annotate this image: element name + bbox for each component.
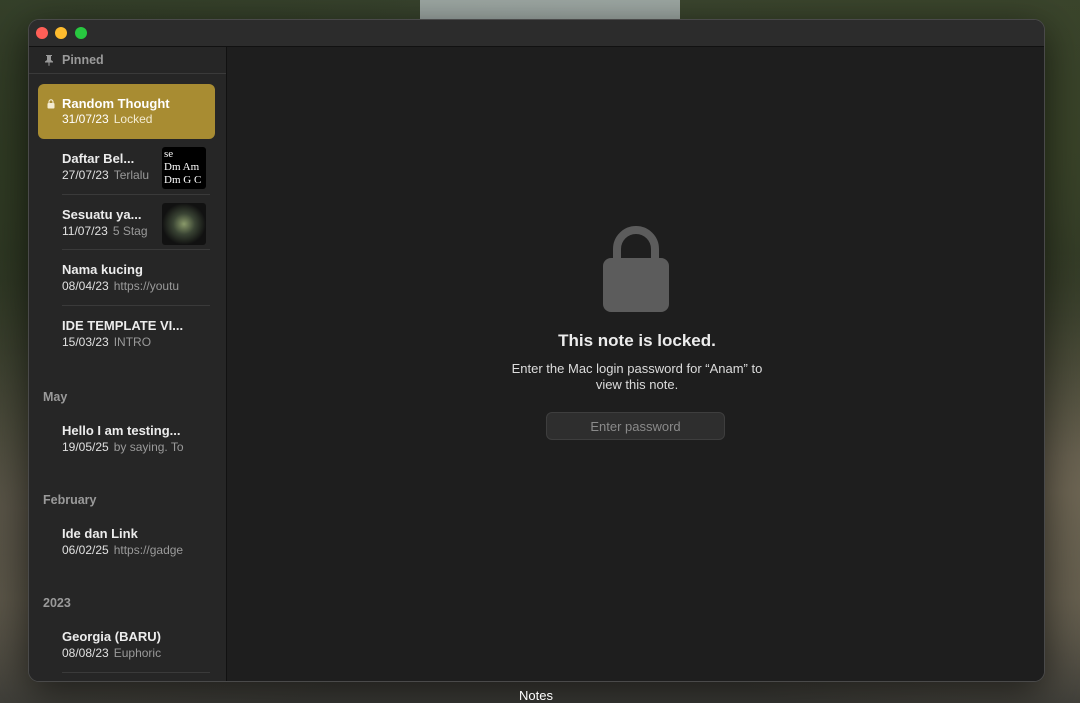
note-preview: https://gadge	[113, 543, 184, 557]
note-item-random-thought[interactable]: Random Thought 31/07/23 Locked	[38, 84, 215, 139]
note-meta: 11/07/23 5 Stag	[62, 224, 154, 238]
zoom-button[interactable]	[75, 27, 87, 39]
note-preview: Euphoric	[113, 646, 162, 660]
password-input[interactable]	[546, 412, 725, 440]
note-meta: 06/02/25 https://gadge	[62, 543, 197, 557]
note-title: Ide dan Link	[62, 526, 138, 541]
note-preview: INTRO	[113, 334, 152, 349]
note-title: Sesuatu ya...	[62, 206, 142, 222]
note-date: 08/08/23	[62, 646, 109, 660]
close-button[interactable]	[36, 27, 48, 39]
note-title: Nama kucing	[62, 262, 143, 277]
locked-description: Enter the Mac login password for “Anam” …	[511, 361, 763, 392]
section-header-may: May	[43, 390, 68, 404]
note-item-daftar[interactable]: Daftar Bel... 27/07/23 Terlalu se Dm Am Dm …	[62, 139, 210, 195]
note-date: 08/04/23	[62, 279, 109, 293]
section-header-2023: 2023	[43, 596, 71, 610]
note-title: Georgia (BARU)	[62, 629, 161, 644]
dock-app-label: Notes	[519, 688, 553, 703]
notes-window: Pinned Random Thought 31/07/23 Locked Daf…	[28, 19, 1045, 682]
pinned-label: Pinned	[62, 53, 104, 67]
note-date: 15/03/23	[62, 334, 109, 349]
note-meta: 15/03/23 INTRO	[62, 335, 197, 349]
note-meta: 08/08/23 Euphoric	[62, 646, 197, 660]
notes-sidebar: Pinned Random Thought 31/07/23 Locked Daf…	[29, 47, 227, 681]
note-date: 06/02/25	[62, 543, 109, 557]
note-preview: Locked	[113, 112, 153, 126]
note-preview: 5 Stag	[112, 223, 148, 238]
wallpaper-sky	[420, 0, 680, 20]
minimize-button[interactable]	[55, 27, 67, 39]
thumbnail-image	[162, 202, 206, 245]
note-title: Daftar Bel...	[62, 151, 135, 166]
note-meta: 19/05/25 by saying. To	[62, 440, 197, 454]
thumbnail-text: se Dm Am Dm G C	[162, 147, 206, 188]
thumbnail-text-line: Dm Am	[164, 161, 200, 173]
lock-icon	[47, 99, 55, 109]
note-date: 19/05/25	[62, 440, 109, 454]
note-meta: 08/04/23 https://youtu	[62, 279, 197, 293]
note-thumbnail	[162, 202, 206, 245]
thumbnail-text-line: Dm G C	[164, 174, 202, 186]
note-date: 11/07/23	[62, 223, 108, 238]
note-item-sesuatu[interactable]: Sesuatu ya... 11/07/23 5 Stag	[62, 195, 210, 250]
note-thumbnail: se Dm Am Dm G C	[162, 147, 206, 189]
note-meta: 31/07/23 Locked	[62, 112, 197, 126]
note-item-georgia[interactable]: Georgia (BARU) 08/08/23 Euphoric	[62, 617, 210, 673]
note-item-hello[interactable]: Hello I am testing... 19/05/25 by saying.…	[62, 411, 210, 464]
title-bar[interactable]	[29, 20, 1044, 47]
note-preview: Terlalu	[113, 168, 150, 182]
note-date: 27/07/23	[62, 168, 109, 182]
pinned-header: Pinned	[29, 47, 226, 74]
note-content-area: This note is locked. Enter the Mac login…	[228, 47, 1044, 681]
note-item-nama-kucing[interactable]: Nama kucing 08/04/23 https://youtu	[62, 250, 210, 306]
note-item-ide-template[interactable]: IDE TEMPLATE VI... 15/03/23 INTRO	[62, 306, 210, 362]
note-meta: 27/07/23 Terlalu	[62, 168, 154, 182]
note-date: 31/07/23	[62, 112, 109, 126]
pin-icon	[45, 55, 53, 66]
note-preview: https://youtu	[113, 279, 180, 293]
note-title: Random Thought	[62, 96, 170, 111]
locked-title: This note is locked.	[558, 331, 716, 350]
note-title: Hello I am testing...	[62, 423, 181, 438]
lock-icon	[603, 226, 669, 312]
note-preview: by saying. To	[113, 440, 184, 454]
note-title: IDE TEMPLATE VI...	[62, 317, 184, 333]
note-item-ide-dan-link[interactable]: Ide dan Link 06/02/25 https://gadge	[62, 514, 210, 567]
thumbnail-text-line: se	[164, 148, 174, 160]
section-header-february: February	[43, 493, 97, 507]
